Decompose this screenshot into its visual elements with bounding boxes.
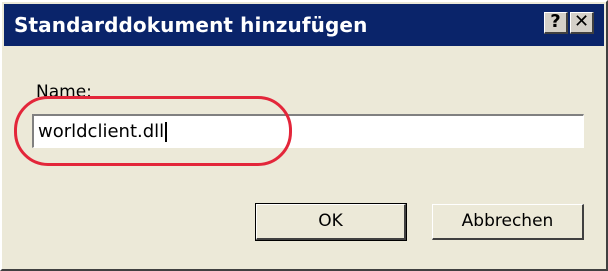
dialog-title: Standarddokument hinzufügen (14, 13, 368, 37)
help-icon: ? (550, 11, 561, 32)
title-bar[interactable]: Standarddokument hinzufügen ? ✕ (4, 4, 604, 46)
name-label-text: ame: (48, 82, 92, 102)
cancel-button[interactable]: Abbrechen (432, 204, 584, 240)
add-default-document-dialog: Standarddokument hinzufügen ? ✕ Name: wo… (0, 0, 608, 271)
ok-button[interactable]: OK (255, 203, 407, 241)
name-label-accesskey: N (36, 82, 49, 102)
text-caret (165, 122, 168, 142)
dialog-body: Name: worldclient.dll OK Abbrechen (4, 46, 604, 267)
close-icon: ✕ (573, 11, 590, 32)
help-button[interactable]: ? (544, 12, 568, 34)
close-button[interactable]: ✕ (570, 12, 594, 34)
name-input-value: worldclient.dll (38, 121, 165, 142)
name-input[interactable]: worldclient.dll (32, 114, 584, 148)
name-label: Name: (36, 82, 92, 102)
